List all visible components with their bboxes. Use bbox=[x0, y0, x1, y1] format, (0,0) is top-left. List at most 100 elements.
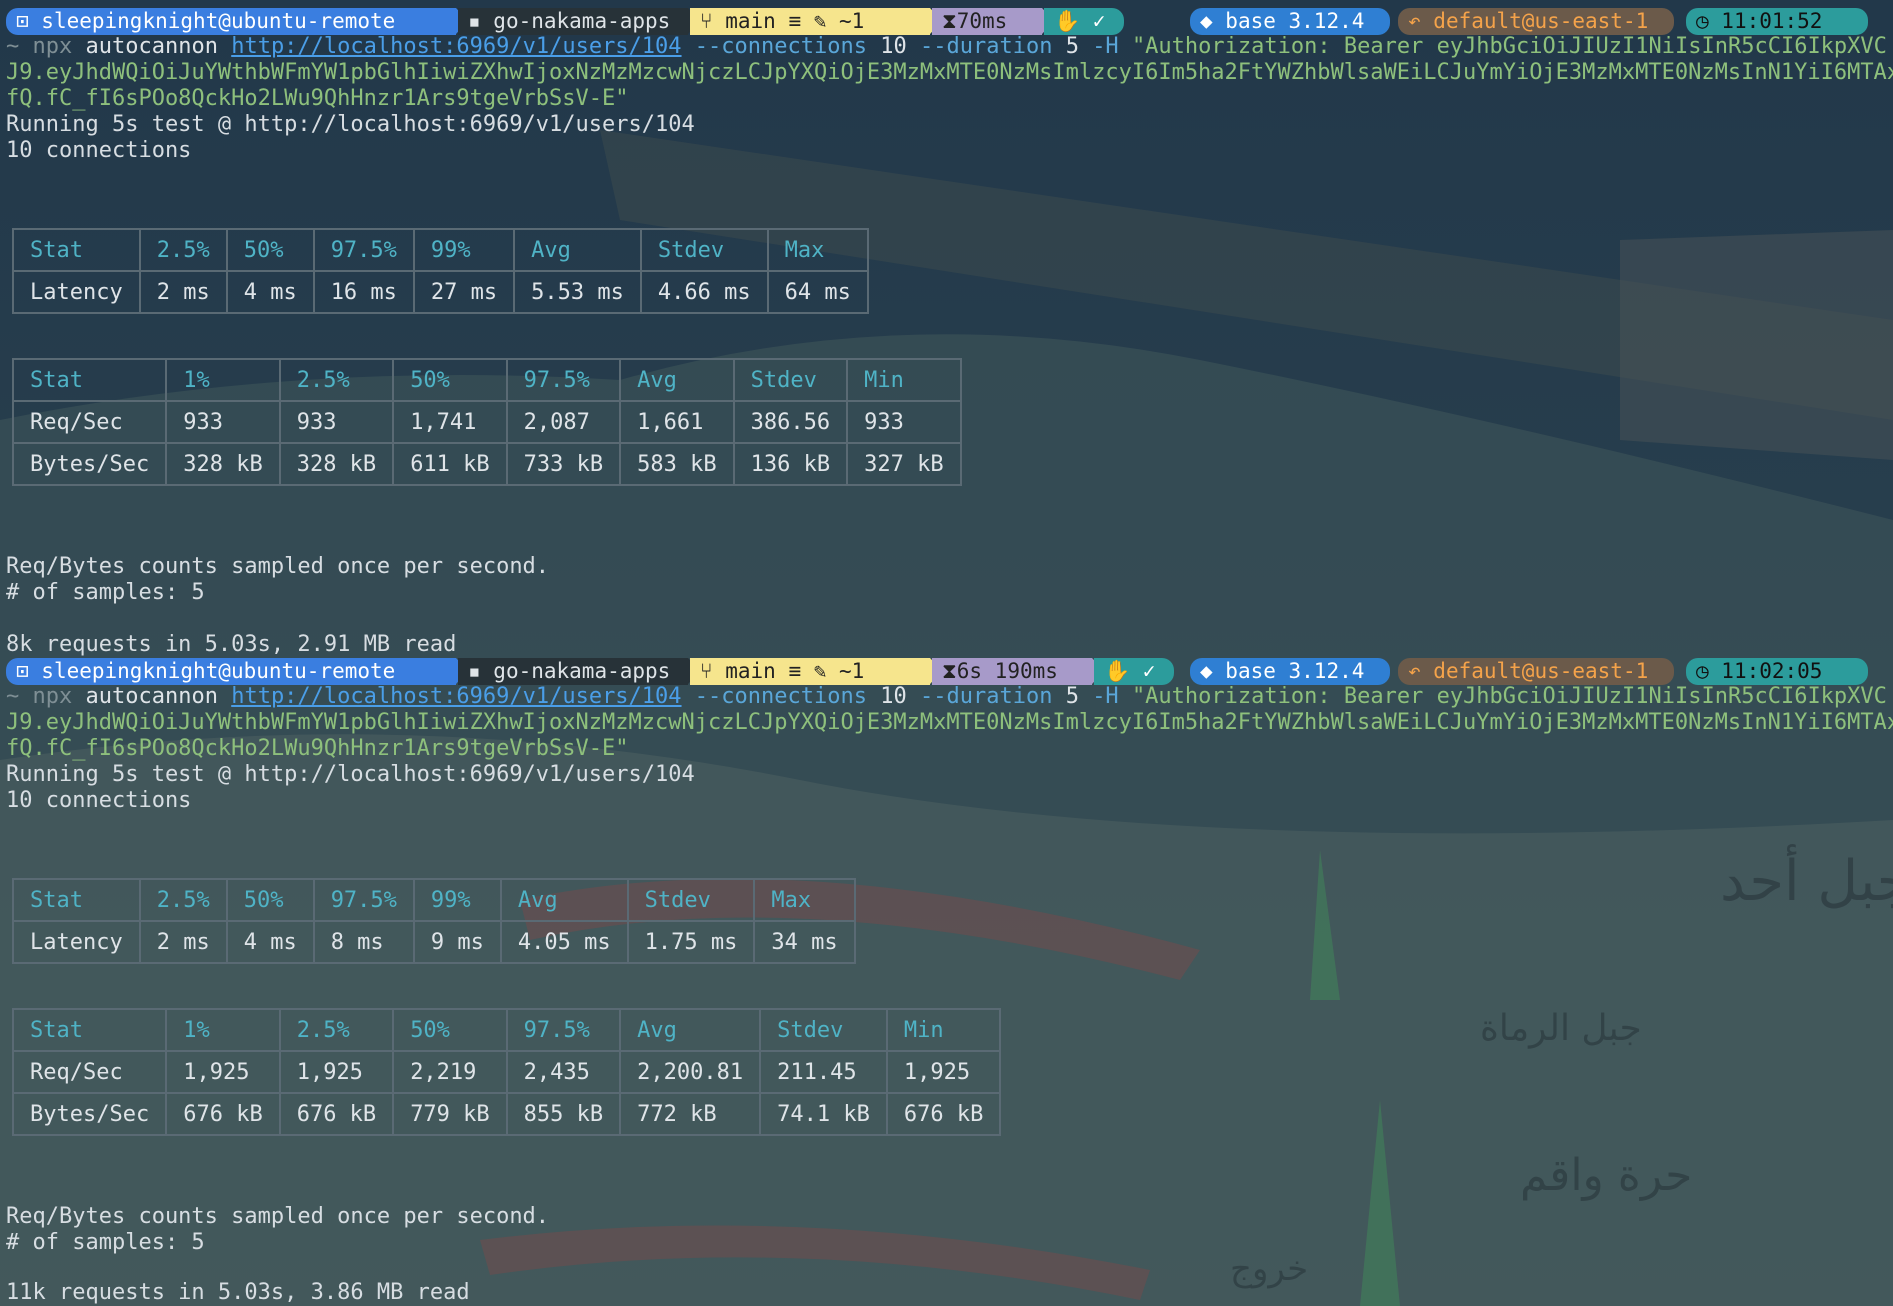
table-header-cell: Min bbox=[885, 1008, 1002, 1052]
table-header-cell: Avg bbox=[619, 358, 735, 402]
command-header-cont: J9.eyJhdWQiOiJuYWthbWFmYW1pbGlhIiwiZXhwI… bbox=[6, 710, 1893, 735]
hourglass-icon: ⧗ bbox=[942, 659, 957, 683]
table-header-cell: 97.5% bbox=[312, 878, 415, 922]
table-header-cell: Stat bbox=[11, 358, 168, 402]
latency-table: Stat 2.5% 50% 97.5% 99% Avg Stdev Max La… bbox=[12, 878, 856, 964]
table-cell: 2 ms bbox=[138, 270, 228, 314]
table-row: Latency 2 ms 4 ms 8 ms 9 ms 4.05 ms 1.75… bbox=[12, 920, 856, 964]
command-flag: --connections bbox=[694, 34, 867, 59]
prompt-duration: 6s 190ms bbox=[956, 659, 1058, 683]
running-line: Running 5s test @ http://localhost:6969/… bbox=[6, 762, 695, 787]
clock-icon: ◷ bbox=[1696, 9, 1722, 33]
table-cell: Latency bbox=[12, 920, 141, 964]
table-header-cell: Stdev bbox=[759, 1008, 888, 1052]
table-header-cell: 2.5% bbox=[138, 228, 228, 272]
command-flag: -H bbox=[1092, 34, 1119, 59]
command-header-cont: J9.eyJhdWQiOiJuYWthbWFmYW1pbGlhIiwiZXhwI… bbox=[6, 60, 1893, 85]
table-cell: 583 kB bbox=[619, 442, 735, 486]
terminal-icon: ⊡ bbox=[16, 9, 42, 33]
prompt-bar: ⊡ sleepingknight@ubuntu-remote ▪ go-naka… bbox=[6, 658, 1886, 685]
command-line: ~ npx autocannon http://localhost:6969/v… bbox=[6, 34, 1887, 60]
command-flag: --duration bbox=[919, 34, 1053, 59]
table-header-cell: 97.5% bbox=[505, 358, 622, 402]
table-header-cell: 50% bbox=[392, 358, 508, 402]
prompt-dir-segment: ▪ go-nakama-apps bbox=[458, 658, 688, 685]
prompt-dir: go-nakama-apps bbox=[493, 9, 671, 33]
prompt-aws-segment: ↶ default@us-east-1 bbox=[1398, 658, 1674, 685]
prompt-clock-segment: ◷ 11:01:52 bbox=[1686, 8, 1868, 35]
summary-line: 11k requests in 5.03s, 3.86 MB read bbox=[6, 1280, 470, 1305]
prompt-status: ✓ bbox=[1092, 9, 1106, 33]
throughput-table: Stat 1% 2.5% 50% 97.5% Avg Stdev Min Req… bbox=[11, 1008, 1002, 1136]
command-value: 10 bbox=[880, 34, 907, 59]
aws-icon: ↶ bbox=[1408, 659, 1434, 683]
aws-icon: ↶ bbox=[1408, 9, 1434, 33]
folder-icon: ▪ bbox=[468, 9, 494, 33]
prompt-dir: go-nakama-apps bbox=[493, 659, 671, 683]
command-url[interactable]: http://localhost:6969/v1/users/104 bbox=[231, 34, 681, 59]
table-cell: 733 kB bbox=[505, 442, 622, 486]
table-cell: 933 bbox=[165, 400, 281, 444]
clock-icon: ◷ bbox=[1696, 659, 1722, 683]
table-cell: 328 kB bbox=[165, 442, 281, 486]
command-value: 10 bbox=[880, 684, 907, 709]
table-header-cell: 50% bbox=[392, 1008, 508, 1052]
table-cell: 211.45 bbox=[759, 1050, 888, 1094]
table-cell: 27 ms bbox=[412, 270, 516, 314]
table-header-row: Stat 2.5% 50% 97.5% 99% Avg Stdev Max bbox=[12, 878, 856, 922]
table-cell: 4 ms bbox=[225, 270, 315, 314]
table-cell: Req/Sec bbox=[11, 1050, 168, 1094]
table-header-cell: 99% bbox=[412, 228, 516, 272]
command-url[interactable]: http://localhost:6969/v1/users/104 bbox=[231, 684, 681, 709]
table-cell: 611 kB bbox=[392, 442, 508, 486]
terminal[interactable]: ⊡ sleepingknight@ubuntu-remote ▪ go-naka… bbox=[0, 0, 1893, 1306]
table-cell: 1.75 ms bbox=[626, 920, 756, 964]
git-branch-icon: ⑂ bbox=[700, 9, 726, 33]
table-header-row: Stat 1% 2.5% 50% 97.5% Avg Stdev Min bbox=[11, 358, 962, 402]
prompt-bar: ⊡ sleepingknight@ubuntu-remote ▪ go-naka… bbox=[6, 8, 1886, 35]
table-cell: 8 ms bbox=[312, 920, 415, 964]
table-header-cell: 2.5% bbox=[278, 1008, 395, 1052]
table-cell: 1,741 bbox=[392, 400, 508, 444]
connections-line: 10 connections bbox=[6, 788, 192, 813]
prompt-duration-segment: ⧗70ms bbox=[932, 8, 1042, 35]
table-row: Bytes/Sec 328 kB 328 kB 611 kB 733 kB 58… bbox=[11, 442, 962, 486]
prompt-tilde: ~ bbox=[6, 34, 20, 59]
prompt-git: main ≡ ✎ ~1 bbox=[725, 9, 865, 33]
table-header-cell: 2.5% bbox=[278, 358, 395, 402]
prompt-clock: 11:01:52 bbox=[1721, 9, 1823, 33]
table-cell: Bytes/Sec bbox=[11, 442, 168, 486]
running-line: Running 5s test @ http://localhost:6969/… bbox=[6, 112, 695, 137]
table-cell: 1,925 bbox=[278, 1050, 395, 1094]
table-header-cell: 2.5% bbox=[138, 878, 228, 922]
table-cell: 2,219 bbox=[392, 1050, 508, 1094]
summary-line: 8k requests in 5.03s, 2.91 MB read bbox=[6, 632, 457, 657]
table-cell: 933 bbox=[278, 400, 395, 444]
table-header-cell: 1% bbox=[165, 358, 281, 402]
table-cell: 328 kB bbox=[278, 442, 395, 486]
table-header-cell: Stat bbox=[12, 228, 141, 272]
table-cell: 4.66 ms bbox=[639, 270, 769, 314]
table-header-cell: Max bbox=[753, 878, 856, 922]
command-flag: --duration bbox=[919, 684, 1053, 709]
table-cell: 16 ms bbox=[312, 270, 415, 314]
table-header-row: Stat 2.5% 50% 97.5% 99% Avg Stdev Max bbox=[12, 228, 869, 272]
prompt-git: main ≡ ✎ ~1 bbox=[725, 659, 865, 683]
table-cell: 779 kB bbox=[392, 1092, 508, 1136]
prompt-dir-segment: ▪ go-nakama-apps bbox=[458, 8, 688, 35]
prompt-user: sleepingknight@ubuntu-remote bbox=[41, 659, 396, 683]
prompt-user-segment: ⊡ sleepingknight@ubuntu-remote bbox=[6, 658, 456, 685]
prompt-aws: default@us-east-1 bbox=[1433, 659, 1649, 683]
table-cell: 772 kB bbox=[619, 1092, 762, 1136]
table-cell: 2,087 bbox=[505, 400, 622, 444]
table-row: Req/Sec 1,925 1,925 2,219 2,435 2,200.81… bbox=[11, 1050, 1002, 1094]
command-value: 5 bbox=[1065, 34, 1079, 59]
table-cell: 1,925 bbox=[885, 1050, 1002, 1094]
command-npx: npx bbox=[32, 684, 73, 709]
table-header-cell: 99% bbox=[412, 878, 502, 922]
table-row: Latency 2 ms 4 ms 16 ms 27 ms 5.53 ms 4.… bbox=[12, 270, 869, 314]
connections-line: 10 connections bbox=[6, 138, 192, 163]
prompt-aws: default@us-east-1 bbox=[1433, 9, 1649, 33]
prompt-git-segment: ⑂ main ≡ ✎ ~1 bbox=[690, 658, 930, 685]
git-branch-icon: ⑂ bbox=[700, 659, 726, 683]
